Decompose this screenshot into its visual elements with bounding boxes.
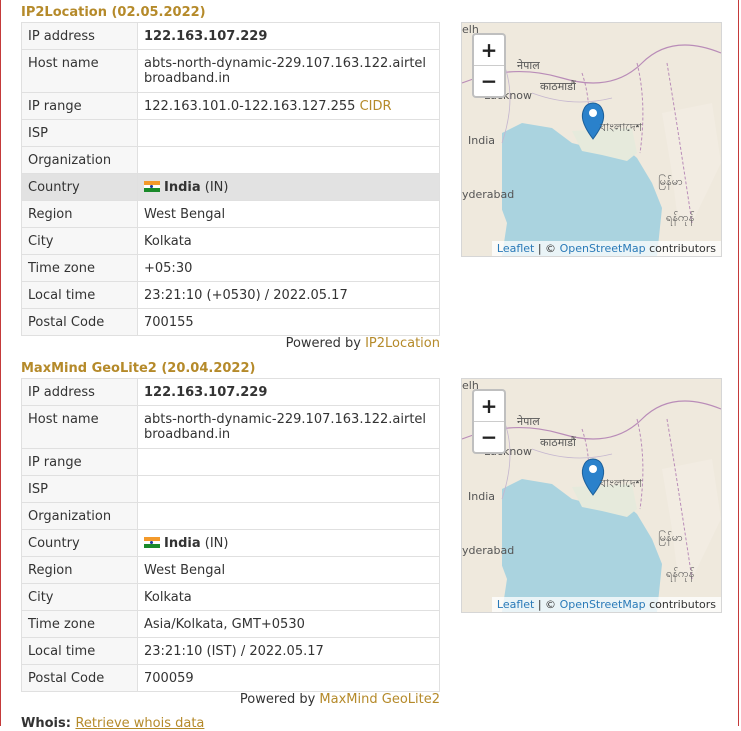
country-name: India xyxy=(164,536,201,551)
ip2location-link[interactable]: IP2Location xyxy=(365,336,440,351)
maxmind-table: IP address 122.163.107.229 Host name abts-… xyxy=(21,378,440,692)
label-postal-code: Postal Code xyxy=(21,664,138,692)
zoom-control-2: + − xyxy=(472,389,506,454)
label-country: Country xyxy=(21,529,138,557)
value-country: India (IN) xyxy=(137,173,440,201)
map-label-myanmar: မြန်မာ xyxy=(658,175,683,188)
value-host-name: abts-north-dynamic-229.107.163.122.airte… xyxy=(137,49,440,93)
label-ip-range: IP range xyxy=(21,448,138,476)
label-isp: ISP xyxy=(21,475,138,503)
section-title-maxmind: MaxMind GeoLite2 (20.04.2022) xyxy=(21,361,256,376)
label-city: City xyxy=(21,227,138,255)
value-ip-range: 122.163.101.0-122.163.127.255 CIDR xyxy=(137,92,440,120)
cidr-link[interactable]: CIDR xyxy=(360,99,392,114)
label-postal-code: Postal Code xyxy=(21,308,138,336)
value-time-zone: Asia/Kolkata, GMT+0530 xyxy=(137,610,440,638)
attrib-separator: | © xyxy=(537,242,557,255)
label-country: Country xyxy=(21,173,138,201)
value-host-name: abts-north-dynamic-229.107.163.122.airte… xyxy=(137,405,440,449)
map-label-nepal: नेपाल xyxy=(517,59,540,72)
value-postal-code: 700059 xyxy=(137,664,440,692)
value-country: India (IN) xyxy=(137,529,440,557)
value-ip-range xyxy=(137,448,440,476)
value-organization xyxy=(137,502,440,530)
leaflet-link[interactable]: Leaflet xyxy=(497,242,534,255)
value-time-zone: +05:30 xyxy=(137,254,440,282)
label-time-zone: Time zone xyxy=(21,254,138,282)
value-organization xyxy=(137,146,440,174)
india-flag-icon xyxy=(144,537,160,548)
label-host-name: Host name xyxy=(21,49,138,93)
map-label-kathmandu: काठमाडौं xyxy=(540,80,576,93)
map-label-india: India xyxy=(468,134,495,147)
country-code: (IN) xyxy=(204,180,229,195)
value-local-time: 23:21:10 (+0530) / 2022.05.17 xyxy=(137,281,440,309)
label-isp: ISP xyxy=(21,119,138,147)
zoom-control-1: + − xyxy=(472,33,506,98)
value-region: West Bengal xyxy=(137,200,440,228)
label-organization: Organization xyxy=(21,502,138,530)
map-attribution-2: Leaflet | © OpenStreetMap contributors xyxy=(491,597,721,612)
zoom-out-button[interactable]: − xyxy=(474,65,504,96)
value-postal-code: 700155 xyxy=(137,308,440,336)
label-host-name: Host name xyxy=(21,405,138,449)
attrib-contributors: contributors xyxy=(649,242,716,255)
powered-by-maxmind: Powered by MaxMind GeoLite2 xyxy=(240,692,440,707)
map-label-bangladesh: বাংলাদেশ xyxy=(600,477,643,490)
openstreetmap-link[interactable]: OpenStreetMap xyxy=(560,598,646,611)
map-label-kathmandu: काठमाडौं xyxy=(540,436,576,449)
label-ip-address: IP address xyxy=(21,22,138,50)
zoom-in-button[interactable]: + xyxy=(474,391,504,421)
map-label-hyderabad: yderabad xyxy=(462,544,515,557)
label-city: City xyxy=(21,583,138,611)
label-time-zone: Time zone xyxy=(21,610,138,638)
zoom-out-button[interactable]: − xyxy=(474,421,504,452)
ip2location-table: IP address 122.163.107.229 Host name abts-… xyxy=(21,22,440,336)
location-map-2[interactable]: नेपाल काठमाडौं Lucknow India বাংলাদেশ yd… xyxy=(461,378,722,613)
powered-by-text: Powered by xyxy=(285,336,361,351)
label-organization: Organization xyxy=(21,146,138,174)
ip-range-text: 122.163.101.0-122.163.127.255 xyxy=(144,99,356,114)
section-title-ip2location: IP2Location (02.05.2022) xyxy=(21,5,206,20)
zoom-in-button[interactable]: + xyxy=(474,35,504,65)
location-map-1[interactable]: नेपाल काठमाडौं Lucknow India বাংলাদেশ yd… xyxy=(461,22,722,257)
attrib-contributors: contributors xyxy=(649,598,716,611)
label-local-time: Local time xyxy=(21,637,138,665)
value-city: Kolkata xyxy=(137,227,440,255)
value-ip-address: 122.163.107.229 xyxy=(137,378,440,406)
value-ip-address: 122.163.107.229 xyxy=(137,22,440,50)
openstreetmap-link[interactable]: OpenStreetMap xyxy=(560,242,646,255)
value-isp xyxy=(137,475,440,503)
map-attribution-1: Leaflet | © OpenStreetMap contributors xyxy=(491,241,721,256)
value-isp xyxy=(137,119,440,147)
whois-row: Whois: Retrieve whois data xyxy=(21,716,204,731)
country-code: (IN) xyxy=(204,536,229,551)
leaflet-link[interactable]: Leaflet xyxy=(497,598,534,611)
powered-by-ip2location: Powered by IP2Location xyxy=(286,336,440,351)
label-local-time: Local time xyxy=(21,281,138,309)
label-region: Region xyxy=(21,556,138,584)
label-ip-address: IP address xyxy=(21,378,138,406)
label-ip-range: IP range xyxy=(21,92,138,120)
map-label-nepal: नेपाल xyxy=(517,415,540,428)
map-label-yangon: ရန်ကုန် xyxy=(666,211,695,224)
map-label-hyderabad: yderabad xyxy=(462,188,515,201)
india-flag-icon xyxy=(144,181,160,192)
value-local-time: 23:21:10 (IST) / 2022.05.17 xyxy=(137,637,440,665)
retrieve-whois-link[interactable]: Retrieve whois data xyxy=(75,716,204,731)
value-region: West Bengal xyxy=(137,556,440,584)
value-city: Kolkata xyxy=(137,583,440,611)
label-region: Region xyxy=(21,200,138,228)
powered-by-text: Powered by xyxy=(239,692,316,707)
map-label-india: India xyxy=(468,490,495,503)
country-name: India xyxy=(164,180,201,195)
whois-label: Whois: xyxy=(21,716,71,731)
maxmind-link[interactable]: MaxMind GeoLite2 xyxy=(319,692,440,707)
map-label-bangladesh: বাংলাদেশ xyxy=(600,121,643,134)
map-label-yangon: ရန်ကုန် xyxy=(666,567,695,580)
map-label-myanmar: မြန်မာ xyxy=(658,531,683,544)
attrib-separator: | © xyxy=(537,598,557,611)
